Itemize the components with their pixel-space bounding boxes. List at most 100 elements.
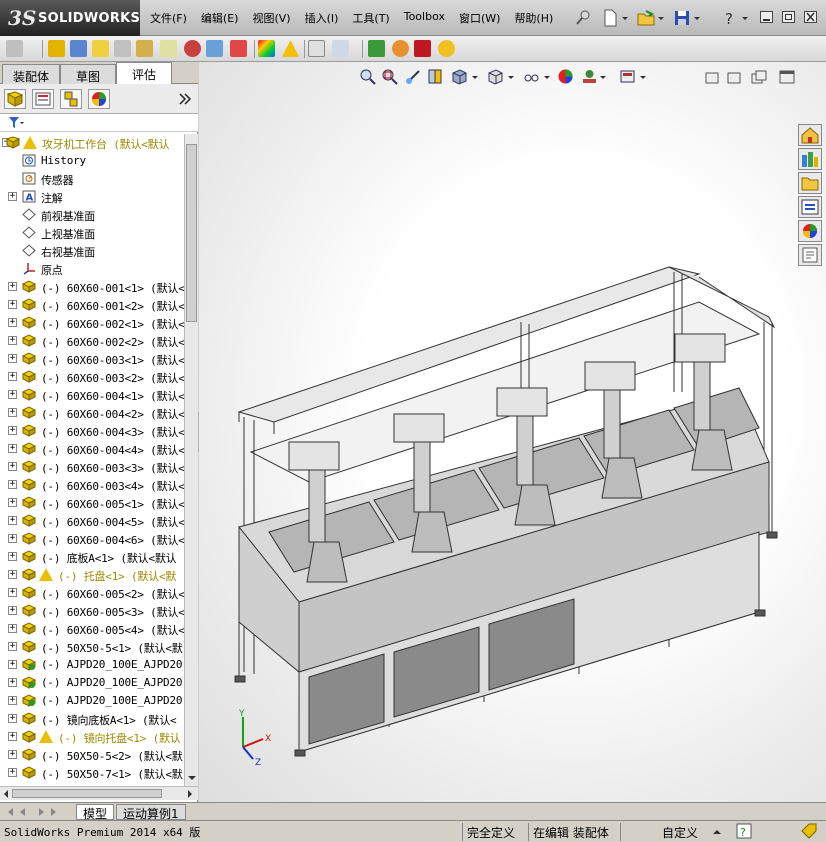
tree-item[interactable]: History [0,152,184,170]
assembly-features-icon[interactable] [184,40,201,57]
tree-item[interactable]: + (-) 60X60-004<1> (默认< [0,386,184,404]
reference-geometry-icon[interactable] [206,40,223,57]
tab-sketch[interactable]: 草图 [60,64,116,84]
expand-icon[interactable]: + [8,390,17,399]
bill-of-materials-icon[interactable] [258,40,275,57]
expand-icon[interactable]: + [8,318,17,327]
tree-item[interactable]: + (-) AJPD20_100E_AJPD20- [0,674,184,692]
linear-pattern-icon[interactable] [92,40,109,57]
expand-icon[interactable]: + [8,480,17,489]
expand-icon[interactable]: + [8,624,17,633]
interference-check-icon[interactable] [332,40,349,57]
pin-icon[interactable] [574,8,594,28]
tree-item[interactable]: + (-) 60X60-003<2> (默认< [0,368,184,386]
tree-item[interactable]: + (-) 底板A<1> (默认<默认 [0,548,184,566]
expand-icon[interactable]: + [8,660,17,669]
tree-item[interactable]: + (-) 50X50-5<1> (默认<默 [0,638,184,656]
expand-icon[interactable]: + [8,426,17,435]
solidworks-logo[interactable]: 3S SOLIDWORKS [0,0,140,36]
new-document-icon[interactable] [600,8,620,28]
menu-item-0[interactable]: 文件(F) [150,10,187,28]
tree-item[interactable]: + (-) 60X60-005<2> (默认< [0,584,184,602]
expand-icon[interactable]: + [8,444,17,453]
graphics-area[interactable]: Y X Z [199,62,826,802]
menu-item-6[interactable]: 窗口(W) [459,10,500,28]
tree-item[interactable]: + (-) 60X60-005<4> (默认< [0,620,184,638]
double-chevron-right-icon[interactable] [178,92,192,106]
tree-item[interactable]: + (-) 60X60-004<3> (默认< [0,422,184,440]
chevron-down-icon[interactable] [740,8,750,28]
insert-component-icon[interactable] [48,40,65,57]
move-component-icon[interactable] [136,40,153,57]
tree-item[interactable]: + (-) AJPD20_100E_AJPD20- [0,656,184,674]
tree-item[interactable]: 传感器 [0,170,184,188]
horizontal-scroll-thumb[interactable] [12,789,162,798]
display-manager-tab[interactable] [88,89,110,109]
filter-bar[interactable] [0,114,198,132]
tree-item[interactable]: + (-) 镜向底板A<1> (默认< [0,710,184,728]
tree-item[interactable]: + (-) 60X60-001<1> (默认< [0,278,184,296]
instant3d-icon[interactable] [308,40,325,57]
mass-properties-icon[interactable] [392,40,409,57]
assembly-tools-icon[interactable] [6,40,23,57]
chevron-down-icon[interactable] [656,8,666,28]
expand-icon[interactable]: + [8,336,17,345]
tab-navigation-arrows[interactable] [6,806,70,818]
tree-item[interactable]: + (-) 60X60-005<3> (默认< [0,602,184,620]
tree-item[interactable]: + (-) 60X60-003<1> (默认< [0,350,184,368]
tree-item[interactable]: + (-) 60X60-003<4> (默认< [0,476,184,494]
tree-item[interactable]: + (-) 60X60-004<6> (默认< [0,530,184,548]
hide-show-icon[interactable] [160,40,177,57]
menu-item-2[interactable]: 视图(V) [252,10,290,28]
tree-item[interactable]: 上视基准面 [0,224,184,242]
minimize-button[interactable] [760,11,773,23]
tree-item[interactable]: + (-) 50X50-5<2> (默认<默 [0,746,184,764]
tree-vertical-scrollbar[interactable] [184,134,198,786]
tree-item[interactable]: + (-) 60X60-001<2> (默认< [0,296,184,314]
tree-horizontal-scrollbar[interactable] [0,786,198,800]
exploded-view-icon[interactable] [282,40,299,57]
tree-item[interactable]: + (-) 60X60-005<1> (默认< [0,494,184,512]
expand-icon[interactable]: + [8,534,17,543]
help-status-icon[interactable]: ? [736,823,752,839]
menu-item-5[interactable]: Toolbox [404,10,445,28]
expand-icon[interactable]: + [8,408,17,417]
expand-icon[interactable]: + [8,732,17,741]
appearance-icon[interactable] [414,40,431,57]
mate-icon[interactable] [70,40,87,57]
scroll-left-icon[interactable] [2,789,10,799]
tab-evaluate[interactable]: 评估 [116,62,172,85]
tab-model[interactable]: 模型 [76,804,115,821]
tree-item[interactable]: + (-) AJPD20_100E_AJPD20- [0,692,184,710]
tree-item[interactable]: + (-) 60X60-004<5> (默认< [0,512,184,530]
menu-item-1[interactable]: 编辑(E) [201,10,239,28]
help-icon[interactable]: ? [720,8,740,28]
expand-icon[interactable]: + [8,552,17,561]
tree-item[interactable]: + (-) 60X60-003<3> (默认< [0,458,184,476]
expand-icon[interactable]: + [8,606,17,615]
expand-icon[interactable]: + [8,282,17,291]
chevron-up-icon[interactable] [712,827,722,837]
chevron-down-icon[interactable] [620,8,630,28]
expand-icon[interactable]: + [8,750,17,759]
tree-item[interactable]: − 攻牙机工作台 (默认<默认 [0,134,184,152]
expand-icon[interactable]: + [8,462,17,471]
expand-icon[interactable]: + [8,696,17,705]
new-motion-study-icon[interactable] [230,40,247,57]
expand-icon[interactable]: + [8,678,17,687]
expand-icon[interactable]: + [8,192,17,201]
feature-manager-tab[interactable] [4,89,26,109]
configuration-manager-tab[interactable] [60,89,82,109]
tree-item[interactable]: + (-) 托盘<1> (默认<默 [0,566,184,584]
chevron-down-icon[interactable] [692,8,702,28]
expand-icon[interactable]: + [8,354,17,363]
tree-item[interactable]: + A 注解 [0,188,184,206]
expand-icon[interactable]: + [8,642,17,651]
expand-icon[interactable]: + [8,516,17,525]
expand-icon[interactable]: + [8,300,17,309]
scrollbar-thumb[interactable] [186,144,197,322]
filter-icon[interactable] [8,116,24,130]
tree-item[interactable]: + (-) 60X60-002<2> (默认< [0,332,184,350]
expand-icon[interactable]: + [8,570,17,579]
menu-item-4[interactable]: 工具(T) [352,10,389,28]
